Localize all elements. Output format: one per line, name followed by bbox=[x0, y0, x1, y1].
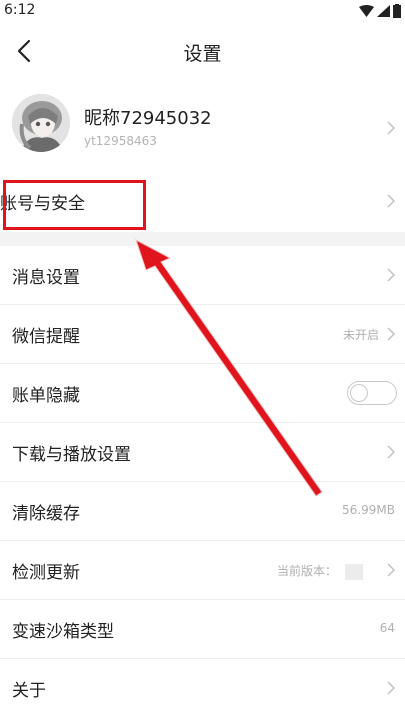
annotation-arrow-shape bbox=[135, 238, 323, 497]
annotation-arrow bbox=[135, 238, 323, 497]
